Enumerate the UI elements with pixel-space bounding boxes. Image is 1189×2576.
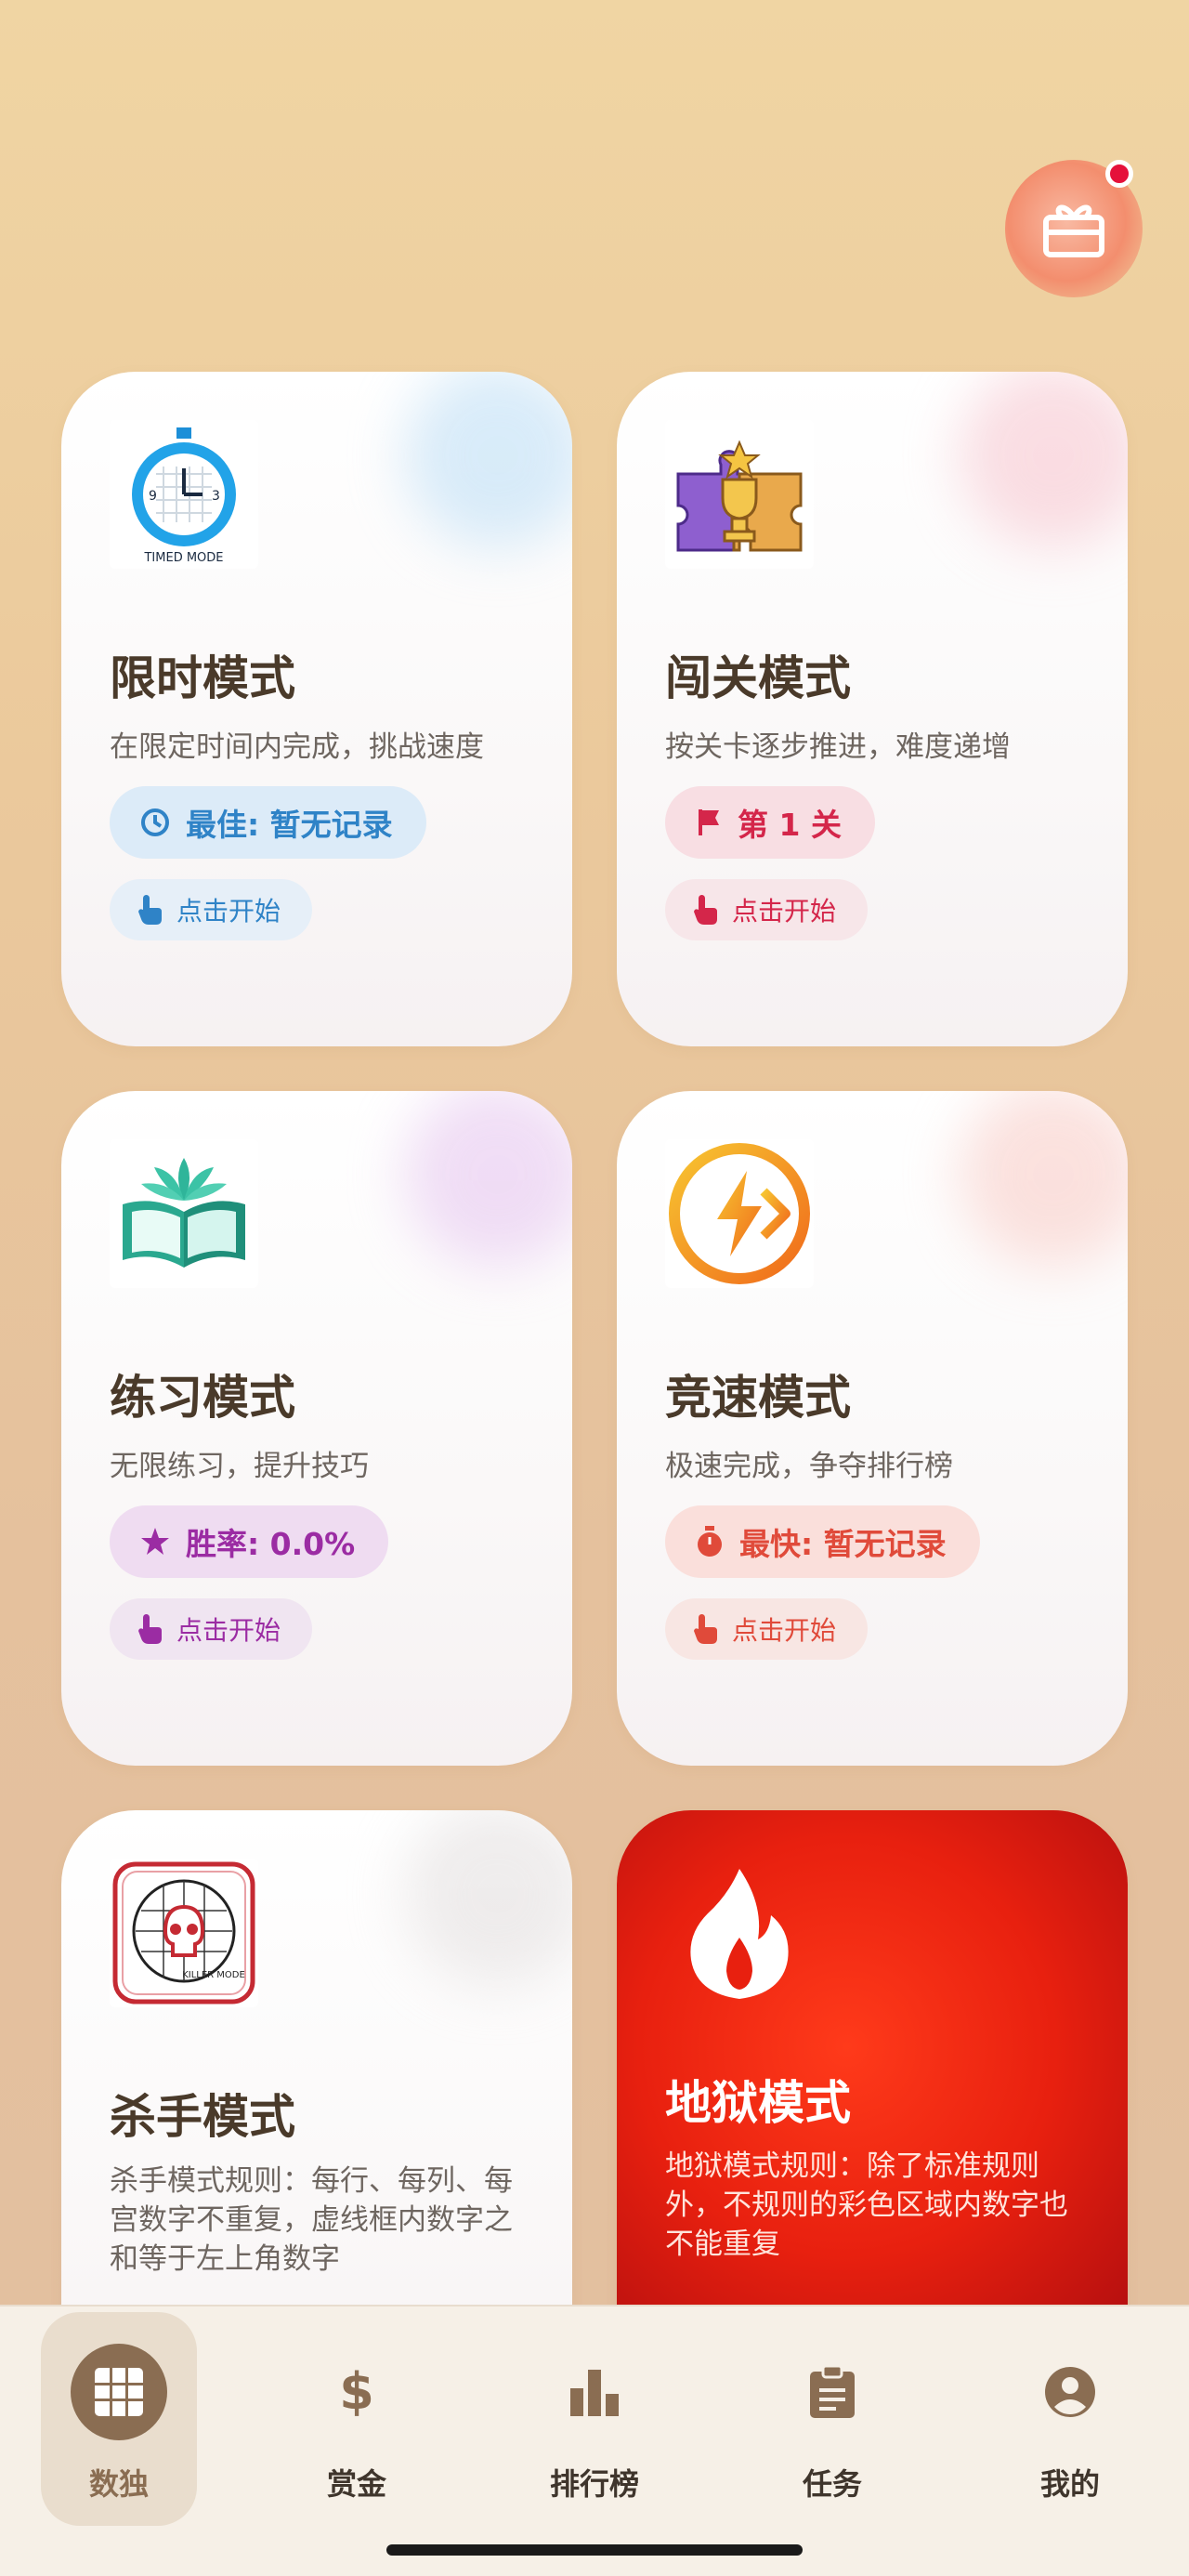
flame-icon xyxy=(665,1859,814,2007)
mode-title: 竞速模式 xyxy=(665,1371,851,1425)
best-record-badge: 最佳: 暂无记录 xyxy=(110,786,426,859)
nav-item-leaderboard[interactable]: 排行榜 xyxy=(476,2307,713,2530)
mode-title: 练习模式 xyxy=(110,1371,295,1425)
gift-icon xyxy=(1043,204,1104,257)
notification-dot xyxy=(1105,160,1133,188)
start-button[interactable]: 点击开始 xyxy=(110,1598,313,1660)
tap-icon xyxy=(138,895,162,925)
clipboard-icon xyxy=(784,2344,881,2440)
nav-item-bounty[interactable]: $ 赏金 xyxy=(238,2307,476,2530)
mode-title: 杀手模式 xyxy=(110,2090,295,2144)
nav-item-profile[interactable]: 我的 xyxy=(951,2307,1189,2530)
stopwatch-grid-icon: 9 3 TIMED MODE xyxy=(110,420,258,569)
start-button[interactable]: 点击开始 xyxy=(665,1598,869,1660)
mode-description: 杀手模式规则：每行、每列、每宫数字不重复，虚线框内数字之和等于左上角数字 xyxy=(110,2164,513,2276)
mode-description: 地狱模式规则：除了标准规则外，不规则的彩色区域内数字也不能重复 xyxy=(665,2149,1068,2261)
lotus-book-icon xyxy=(110,1139,258,1288)
dollar-icon: $ xyxy=(308,2344,405,2440)
tap-icon xyxy=(694,1614,717,1644)
svg-text:$: $ xyxy=(339,2364,374,2420)
practice-mode-card[interactable]: 练习模式 无限练习，提升技巧 胜率: 0.0% 点击开始 xyxy=(61,1091,572,1766)
tap-icon xyxy=(138,1614,162,1644)
mode-description: 无限练习，提升技巧 xyxy=(110,1450,369,1483)
mode-description: 在限定时间内完成，挑战速度 xyxy=(110,730,484,764)
level-mode-card[interactable]: 闯关模式 按关卡逐步推进，难度递增 第 1 关 点击开始 xyxy=(617,372,1128,1046)
timer-icon xyxy=(698,1526,722,1557)
nav-item-sudoku[interactable]: 数独 xyxy=(0,2307,238,2530)
timed-mode-card[interactable]: 9 3 TIMED MODE 限时模式 在限定时间内完成，挑战速度 最佳: 暂无… xyxy=(61,372,572,1046)
win-rate-badge: 胜率: 0.0% xyxy=(110,1505,389,1578)
clock-icon xyxy=(141,808,169,836)
svg-text:TIMED MODE: TIMED MODE xyxy=(143,551,223,565)
nav-item-tasks[interactable]: 任务 xyxy=(713,2307,951,2530)
speed-mode-card[interactable]: 竞速模式 极速完成，争夺排行榜 最快: 暂无记录 点击开始 xyxy=(617,1091,1128,1766)
mode-title: 限时模式 xyxy=(110,651,295,705)
home-indicator[interactable] xyxy=(386,2544,803,2556)
puzzle-trophy-icon xyxy=(665,420,814,569)
skull-grid-icon: KILLER MODE xyxy=(110,1859,258,2007)
account-icon xyxy=(1022,2344,1118,2440)
fastest-record-badge: 最快: 暂无记录 xyxy=(665,1505,980,1578)
mode-description: 按关卡逐步推进，难度递增 xyxy=(665,730,1011,764)
start-button[interactable]: 点击开始 xyxy=(665,879,869,940)
lightning-play-icon xyxy=(665,1139,814,1288)
mode-title: 地狱模式 xyxy=(665,2076,851,2130)
grid-icon xyxy=(71,2344,167,2440)
svg-text:9: 9 xyxy=(149,489,157,504)
mode-title: 闯关模式 xyxy=(665,651,851,705)
gift-button[interactable] xyxy=(1005,160,1143,297)
svg-text:3: 3 xyxy=(212,489,220,504)
bar-chart-icon xyxy=(546,2344,643,2440)
star-icon xyxy=(141,1528,169,1555)
tap-icon xyxy=(694,895,717,925)
svg-text:KILLER MODE: KILLER MODE xyxy=(182,1970,245,1980)
bottom-navigation: 数独 $ 赏金 排行榜 任务 我的 xyxy=(0,2305,1189,2576)
start-button[interactable]: 点击开始 xyxy=(110,879,313,940)
mode-description: 极速完成，争夺排行榜 xyxy=(665,1450,953,1483)
flag-icon xyxy=(699,809,719,835)
level-badge: 第 1 关 xyxy=(665,786,875,859)
